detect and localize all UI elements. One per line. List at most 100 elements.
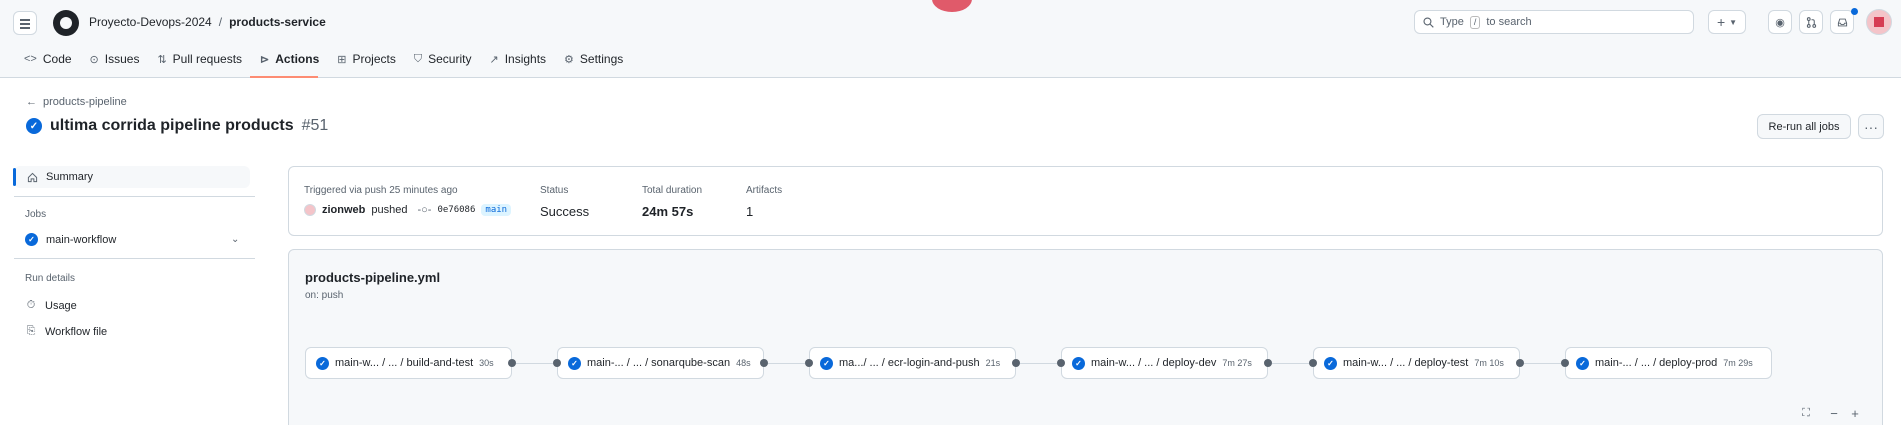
play-icon: ⊳	[260, 53, 270, 66]
rerun-all-jobs-button[interactable]: Re-run all jobs	[1757, 114, 1851, 139]
pull-requests-button[interactable]	[1799, 10, 1823, 34]
connector-dot	[1012, 359, 1020, 367]
pull-request-icon	[1806, 16, 1816, 28]
tab-security[interactable]: ⛉ Security	[405, 47, 481, 71]
success-check-icon: ✓	[1324, 356, 1337, 370]
trigger-label: Triggered via push 25 minutes ago	[304, 185, 458, 196]
sidebar-divider	[14, 258, 255, 259]
success-check-icon: ✓	[316, 356, 329, 370]
user-avatar[interactable]	[1866, 9, 1892, 35]
sidebar-item-label: Summary	[46, 171, 94, 183]
tab-label: Actions	[275, 52, 320, 66]
active-tab-underline	[250, 76, 318, 78]
run-title: ultima corrida pipeline products	[50, 117, 294, 134]
duration-label: Total duration	[642, 185, 703, 196]
job-name: main-w... / ... / build-and-test	[335, 357, 474, 369]
graph-icon: ↗	[489, 53, 499, 66]
workflow-trigger: on: push	[305, 290, 344, 301]
connector-dot	[805, 359, 813, 367]
github-logo-icon[interactable]	[53, 10, 79, 36]
job-name: main-... / ... / deploy-prod	[1595, 357, 1718, 369]
inbox-icon	[1837, 18, 1847, 26]
pull-request-icon: ⇅	[157, 53, 167, 66]
artifacts-label: Artifacts	[746, 185, 783, 196]
job-node-deploy-dev[interactable]: ✓ main-w... / ... / deploy-dev 7m 27s	[1061, 347, 1268, 379]
tab-pull-requests[interactable]: ⇅ Pull requests	[148, 47, 251, 71]
fullscreen-button[interactable]: ⛶	[1796, 404, 1816, 422]
search-input[interactable]: Type / to search	[1414, 10, 1694, 34]
breadcrumb: Proyecto-Devops-2024 / products-service	[89, 15, 326, 29]
sidebar-item-label: main-workflow	[46, 233, 117, 246]
connector-line	[1524, 363, 1561, 364]
commit-icon: -○-	[417, 204, 432, 216]
job-node-ecr-login-and-push[interactable]: ✓ ma.../ ... / ecr-login-and-push 21s	[809, 347, 1016, 379]
job-node-sonarqube-scan[interactable]: ✓ main-... / ... / sonarqube-scan 48s	[557, 347, 764, 379]
connector-line	[1020, 363, 1057, 364]
success-check-icon: ✓	[568, 356, 581, 370]
connector-dot	[1309, 359, 1317, 367]
file-code-icon: ⎘	[26, 325, 36, 337]
search-icon	[1423, 16, 1434, 28]
tab-label: Code	[42, 52, 72, 66]
tab-projects[interactable]: ⊞ Projects	[328, 47, 405, 71]
inbox-button[interactable]	[1830, 10, 1854, 34]
connector-dot	[1561, 359, 1569, 367]
minus-icon: −	[1830, 405, 1838, 421]
connector-dot	[760, 359, 768, 367]
tab-code[interactable]: <> Code	[15, 47, 81, 71]
owner-link[interactable]: Proyecto-Devops-2024	[89, 15, 212, 29]
back-to-workflow-link[interactable]: ← products-pipeline	[26, 96, 127, 108]
run-number: #51	[301, 117, 329, 134]
chevron-down-icon[interactable]: ⌄	[231, 234, 239, 245]
breadcrumb-separator: /	[218, 15, 223, 29]
create-new-button[interactable]: + ▼	[1708, 10, 1746, 34]
job-name: main-w... / ... / deploy-test	[1343, 357, 1469, 369]
job-node-build-and-test[interactable]: ✓ main-w... / ... / build-and-test 30s	[305, 347, 512, 379]
artifacts-value[interactable]: 1	[746, 204, 753, 219]
job-duration: 7m 27s	[1222, 358, 1252, 368]
job-duration: 21s	[985, 358, 1001, 368]
tab-insights[interactable]: ↗ Insights	[480, 47, 555, 71]
job-node-deploy-test[interactable]: ✓ main-w... / ... / deploy-test 7m 10s	[1313, 347, 1520, 379]
jobs-heading: Jobs	[25, 209, 47, 220]
zoom-in-button[interactable]: +	[1845, 404, 1865, 422]
zoom-out-button[interactable]: −	[1824, 404, 1844, 422]
connector-line	[516, 363, 553, 364]
table-icon: ⊞	[337, 53, 347, 66]
tab-settings[interactable]: ⚙ Settings	[555, 47, 632, 71]
push-action: pushed	[371, 204, 408, 216]
sidebar-item-main-workflow[interactable]: ✓ main-workflow	[25, 233, 116, 246]
connector-dot	[1516, 359, 1524, 367]
run-details-heading: Run details	[25, 273, 76, 284]
plus-icon: +	[1716, 14, 1726, 30]
sidebar-item-summary[interactable]: Summary	[13, 166, 250, 188]
connector-dot	[1264, 359, 1272, 367]
tab-issues[interactable]: ⊙ Issues	[81, 47, 149, 71]
stopwatch-icon: ⏱	[26, 299, 36, 311]
tab-label: Security	[428, 52, 472, 66]
tab-label: Pull requests	[172, 52, 243, 66]
tab-label: Settings	[579, 52, 624, 66]
commit-sha[interactable]: 0e76086	[437, 205, 475, 215]
sidebar-item-workflow-file[interactable]: ⎘ Workflow file	[25, 325, 108, 338]
repo-link[interactable]: products-service	[229, 15, 326, 29]
issues-button[interactable]: ◉	[1768, 10, 1792, 34]
gear-icon: ⚙	[564, 53, 574, 66]
tab-actions[interactable]: ⊳ Actions	[251, 47, 328, 71]
push-user[interactable]: zionweb	[322, 204, 365, 216]
sidebar-item-usage[interactable]: ⏱ Usage	[25, 299, 77, 312]
menu-button[interactable]	[13, 11, 37, 35]
decorative-blob	[932, 0, 972, 12]
more-options-button[interactable]: ···	[1858, 114, 1884, 139]
connector-dot	[508, 359, 516, 367]
tab-label: Projects	[352, 52, 396, 66]
user-avatar[interactable]	[304, 204, 316, 216]
tab-label: Issues	[104, 52, 140, 66]
status-value: Success	[540, 204, 590, 219]
search-key-hint: /	[1469, 15, 1481, 29]
duration-value[interactable]: 24m 57s	[642, 204, 693, 219]
branch-badge[interactable]: main	[481, 204, 512, 216]
job-name: ma.../ ... / ecr-login-and-push	[839, 357, 980, 369]
job-duration: 30s	[479, 358, 494, 368]
job-node-deploy-prod[interactable]: ✓ main-... / ... / deploy-prod 7m 29s	[1565, 347, 1772, 379]
